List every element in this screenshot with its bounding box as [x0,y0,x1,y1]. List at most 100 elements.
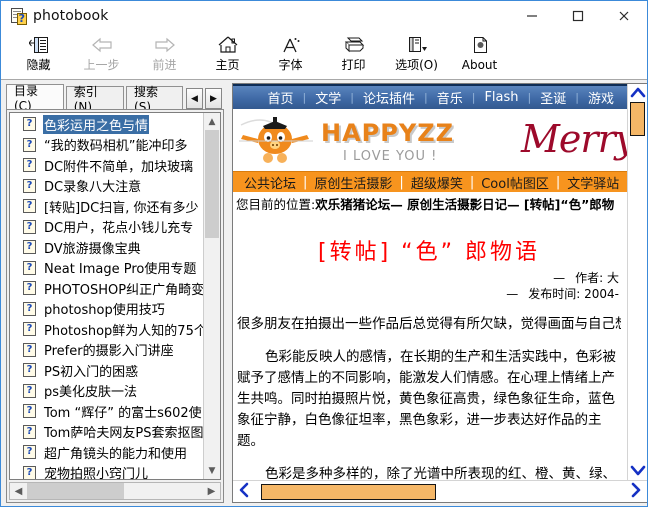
tree-item-label: 色彩运用之色与情 [43,114,150,134]
topnav-link-literature[interactable]: 文学 [306,88,350,107]
tree-item[interactable]: ? ps美化皮肤一法 [10,381,203,402]
tree-item-label: DC附件不简单，加块玻璃 [44,159,194,175]
topnav-link-home[interactable]: 首页 [259,88,303,107]
back-arrow-icon [89,34,115,56]
toolbar-button-font[interactable]: 字体 [259,31,322,78]
toolbar-button-home[interactable]: 主页 [196,31,259,78]
tree-item[interactable]: ? PS初入门的困惑 [10,360,203,381]
question-mark-page-icon: ? [23,404,36,418]
toolbar-button-forward-label: 前进 [152,58,177,72]
page-scroll-up-icon[interactable] [629,86,647,100]
toolbar-button-hide[interactable]: 隐藏 [7,31,70,78]
page-scroll-thumb[interactable] [629,102,645,136]
tree-item-label: “我的数码相机”能冲印多 [44,139,188,155]
tree-item[interactable]: ? 宠物拍照小窍门儿 [10,463,203,479]
tree-item[interactable]: ? Photoshop鲜为人知的75个 [10,319,203,340]
toolbar-button-options-label: 选项(O) [395,58,438,72]
toolbar-button-print[interactable]: 打印 [322,31,385,78]
tree-hscroll-thumb[interactable] [27,483,124,499]
print-icon [341,34,367,56]
forumnav-link-public[interactable]: 公共论坛 [239,173,301,192]
tab-index[interactable]: 索引(N) [65,85,125,114]
tree-hscroll-right-icon[interactable]: ▶ [203,483,220,499]
tree-hscroll-left-icon[interactable]: ◀ [10,483,27,499]
page-hscroll-track[interactable] [255,483,625,501]
tree-item[interactable]: ? Prefer的摄影入门讲座 [10,340,203,361]
question-mark-page-icon: ? [23,117,36,131]
toolbar-button-back[interactable]: 上一步 [70,31,133,78]
forum-navigation: 公共论坛 | 原创生活摄影 | 超级爆笑 | Cool帖图区 | 文学驿站 | … [233,171,627,192]
tree-item[interactable]: ? DC录象八大注意 [10,176,203,197]
pig-mascot-icon [239,117,313,163]
forumnav-separator: | [469,174,475,190]
tree-item[interactable]: ? 色彩运用之色与情 [10,114,203,135]
tree-item[interactable]: ? Tom萨哈夫网友PS套索抠图 [10,422,203,443]
tree-item[interactable]: ? “我的数码相机”能冲印多 [10,135,203,156]
tree-item[interactable]: ? Tom “辉仔” 的富士s602使 [10,401,203,422]
application-window: ? photobook 隐藏 上一步 前进 主页 字体 打印 选项(O) Abo… [0,0,648,507]
forumnav-link-original-photo[interactable]: 原创生活摄影 [309,173,397,192]
tree-item-label: photoshop使用技巧 [44,303,165,319]
tree-horizontal-scrollbar[interactable]: ◀ ▶ [9,482,221,500]
question-mark-page-icon: ? [23,137,36,152]
article-meta-dash: — [553,271,566,285]
contents-tree-list[interactable]: ? 色彩运用之色与情? “我的数码相机”能冲印多? DC附件不简单，加块玻璃? DC录象… [10,113,203,479]
tree-hscroll-track[interactable] [27,483,203,499]
toolbar-button-about-label: About [461,58,498,72]
tree-scroll-track[interactable] [204,130,220,462]
tab-scroll-left-icon[interactable]: ◀ [185,88,203,109]
topnav-link-games[interactable]: 游戏 [579,88,623,107]
site-banner: HAPPYZZ I LOVE YOU ! Merry [233,109,627,171]
article: [转帖] “色” 郎物语 — 作者: 大 — 发布时间: 2004- 很多朋友在拍摄… [233,214,627,480]
tree-vertical-scrollbar[interactable]: ▲ ▼ [203,113,220,479]
toolbar-button-back-label: 上一步 [83,58,120,72]
tab-scroll-right-icon[interactable]: ▶ [204,88,222,109]
forward-arrow-icon [152,34,178,56]
tree-item[interactable]: ? PHOTOSHOP纠正广角畸变 [10,278,203,299]
tree-scroll-down-icon[interactable]: ▼ [204,462,220,479]
maximize-icon[interactable] [555,1,601,31]
options-icon [404,34,430,56]
forumnav-link-cool-pics[interactable]: Cool帖图区 [476,173,554,192]
navigation-pane: 目录(C) 索引(N) 搜索(S) ◀ ▶ ? 色彩运用之色与情? “我的数码相机”… [1,80,226,506]
forumnav-link-funny[interactable]: 超级爆笑 [406,173,468,192]
tree-item[interactable]: ? photoshop使用技巧 [10,299,203,320]
tree-item[interactable]: ? 超广角镜头的能力和使用 [10,442,203,463]
toolbar-button-about[interactable]: About [448,31,511,78]
contents-tree[interactable]: ? 色彩运用之色与情? “我的数码相机”能冲印多? DC附件不简单，加块玻璃? DC录象… [9,112,221,480]
question-mark-page-icon: ? [23,260,36,275]
minimize-icon[interactable] [509,1,555,31]
toolbar-button-forward[interactable]: 前进 [133,31,196,78]
forumnav-link-literature-station[interactable]: 文学驿站 [562,173,624,192]
page-horizontal-scrollbar[interactable] [233,480,647,502]
breadcrumb-path[interactable]: 欢乐猪猪论坛— 原创生活摄影日记— [转帖]“色”郎物 [315,194,614,213]
close-icon[interactable] [601,1,647,31]
page-vertical-scrollbar[interactable] [627,84,647,480]
page-scroll-track[interactable] [629,100,647,464]
page-hscroll-thumb[interactable] [261,483,436,500]
tree-scroll-up-icon[interactable]: ▲ [204,113,220,130]
tree-scroll-thumb[interactable] [205,130,219,238]
tree-item[interactable]: ? DC附件不简单，加块玻璃 [10,155,203,176]
question-mark-page-icon: ? [23,424,36,439]
tree-item[interactable]: ? Neat Image Pro使用专题 [10,258,203,279]
toolbar-button-options[interactable]: 选项(O) [385,31,448,78]
toolbar-button-font-label: 字体 [278,58,303,72]
topnav-link-music[interactable]: 音乐 [428,88,472,107]
topnav-link-forum-plugin[interactable]: 论坛插件 [354,88,424,107]
article-date-text: 发布时间: 2004- [528,287,619,301]
question-mark-page-icon: ? [23,281,36,295]
page-hscroll-left-icon[interactable] [233,482,255,502]
page-hscroll-right-icon[interactable] [625,482,647,502]
tab-contents[interactable]: 目录(C) [6,84,64,113]
tree-item[interactable]: ? DV旅游摄像宝典 [10,237,203,258]
tree-item[interactable]: ? [转贴]DC扫盲, 你还有多少 [10,196,203,217]
toolbar-button-hide-label: 隐藏 [26,58,51,72]
tree-item[interactable]: ? DC用户，花点小钱儿充专 [10,217,203,238]
article-paragraph: 色彩是多种多样的，除了光谱中所表现的红、橙、黄、绿、青、蓝、紫通过观察测试，各种… [265,466,616,480]
question-mark-page-icon: ? [23,445,36,459]
tab-search[interactable]: 搜索(S) [126,85,183,114]
topnav-link-flash[interactable]: Flash [475,90,527,105]
topnav-link-christmas[interactable]: 圣诞 [531,88,575,107]
page-scroll-down-icon[interactable] [629,464,647,478]
